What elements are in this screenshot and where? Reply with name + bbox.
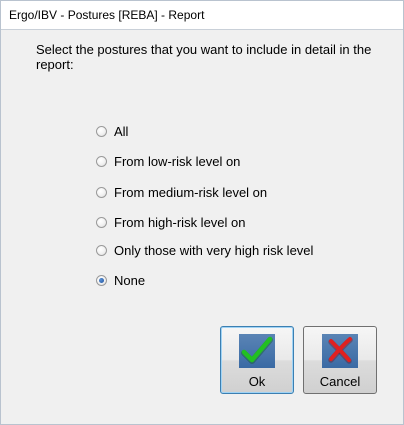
- option-low-risk[interactable]: From low-risk level on: [96, 153, 240, 169]
- radio-all[interactable]: [96, 125, 107, 137]
- cancel-icon-tile: [322, 334, 358, 368]
- radio-very-high-risk[interactable]: [96, 244, 107, 256]
- option-none-label[interactable]: None: [114, 273, 145, 288]
- option-very-high-risk[interactable]: Only those with very high risk level: [96, 242, 313, 258]
- radio-medium-risk[interactable]: [96, 186, 107, 198]
- green-checkmark-icon: [241, 336, 273, 364]
- option-high-risk[interactable]: From high-risk level on: [96, 214, 246, 230]
- option-all-label[interactable]: All: [114, 124, 128, 139]
- radio-low-risk[interactable]: [96, 155, 107, 167]
- option-very-high-risk-label[interactable]: Only those with very high risk level: [114, 243, 313, 258]
- option-medium-risk-label[interactable]: From medium-risk level on: [114, 185, 267, 200]
- option-low-risk-label[interactable]: From low-risk level on: [114, 154, 240, 169]
- instruction-text: Select the postures that you want to inc…: [36, 42, 372, 72]
- option-high-risk-label[interactable]: From high-risk level on: [114, 215, 246, 230]
- cancel-button-label: Cancel: [319, 374, 361, 389]
- ok-button[interactable]: Ok: [220, 326, 294, 394]
- option-medium-risk[interactable]: From medium-risk level on: [96, 184, 267, 200]
- red-x-icon: [328, 337, 353, 364]
- radio-high-risk[interactable]: [96, 216, 107, 228]
- report-dialog: Ergo/IBV - Postures [REBA] - Report Sele…: [0, 0, 404, 425]
- cancel-button[interactable]: Cancel: [303, 326, 377, 394]
- option-none[interactable]: None: [96, 272, 145, 288]
- window-title: Ergo/IBV - Postures [REBA] - Report: [9, 8, 205, 22]
- title-bar[interactable]: Ergo/IBV - Postures [REBA] - Report: [1, 1, 403, 30]
- ok-icon-tile: [239, 334, 275, 368]
- radio-none[interactable]: [96, 274, 107, 286]
- option-all[interactable]: All: [96, 123, 128, 139]
- ok-button-label: Ok: [248, 374, 266, 389]
